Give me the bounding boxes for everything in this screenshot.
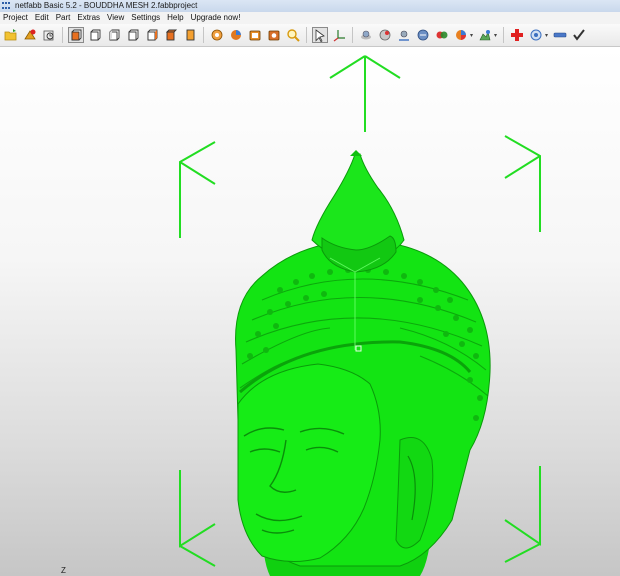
check-icon[interactable] — [571, 27, 587, 43]
open-folder-icon[interactable] — [3, 27, 19, 43]
repair-icon[interactable] — [209, 27, 225, 43]
slice-icon[interactable] — [247, 27, 263, 43]
color-icon[interactable] — [453, 27, 469, 43]
duplicate-icon[interactable] — [434, 27, 450, 43]
rotate-icon[interactable] — [377, 27, 393, 43]
measure-icon[interactable] — [266, 27, 282, 43]
title-bar: netfabb Basic 5.2 - BOUDDHA MESH 2.fabbp… — [0, 0, 620, 12]
toolbar-separator — [62, 27, 63, 43]
netfabb-app-icon — [2, 2, 12, 10]
menu-edit[interactable]: Edit — [35, 12, 49, 24]
zoom-icon[interactable] — [285, 27, 301, 43]
select-icon[interactable] — [312, 27, 328, 43]
remove-icon[interactable] — [552, 27, 568, 43]
view-back-icon[interactable] — [87, 27, 103, 43]
analysis-icon[interactable] — [228, 27, 244, 43]
menu-upgrade-now[interactable]: Upgrade now! — [191, 12, 241, 24]
toolbar-separator — [306, 27, 307, 43]
viewport-scene — [179, 55, 541, 576]
coordinate-icon[interactable] — [331, 27, 347, 43]
menu-bar: Project Edit Part Extras View Settings H… — [0, 12, 620, 24]
view-top-icon[interactable] — [144, 27, 160, 43]
bounding-box-bottom-right-corner — [504, 466, 541, 563]
menu-view[interactable]: View — [107, 12, 124, 24]
menu-settings[interactable]: Settings — [131, 12, 160, 24]
menu-extras[interactable]: Extras — [77, 12, 100, 24]
menu-project[interactable]: Project — [3, 12, 28, 24]
main-toolbar: ▾ ▾ ▾ — [0, 24, 620, 47]
mirror-icon[interactable] — [415, 27, 431, 43]
view-bottom-icon[interactable] — [163, 27, 179, 43]
window-title: netfabb Basic 5.2 - BOUDDHA MESH 2.fabbp… — [15, 1, 198, 10]
chevron-down-icon[interactable]: ▾ — [494, 32, 497, 39]
menu-help[interactable]: Help — [167, 12, 183, 24]
chevron-down-icon[interactable]: ▾ — [545, 32, 548, 39]
scale-icon[interactable] — [396, 27, 412, 43]
view-perspective-icon[interactable] — [182, 27, 198, 43]
bounding-box-bottom-left-corner — [179, 470, 216, 567]
toolbar-separator — [203, 27, 204, 43]
axis-label-z: Z — [61, 566, 66, 575]
add-icon[interactable] — [509, 27, 525, 43]
bounding-box-top-left-corner — [179, 141, 216, 238]
view-right-icon[interactable] — [125, 27, 141, 43]
add-part-icon[interactable] — [22, 27, 38, 43]
buddha-mesh-model[interactable] — [235, 150, 491, 576]
toolbar-separator — [503, 27, 505, 43]
bounding-box-top-arrow — [329, 55, 401, 132]
menu-part[interactable]: Part — [56, 12, 71, 24]
view-left-icon[interactable] — [106, 27, 122, 43]
view-front-icon[interactable] — [68, 27, 84, 43]
3d-viewport[interactable]: Z — [0, 47, 620, 576]
settings-icon[interactable] — [528, 27, 544, 43]
bounding-box-top-right-corner — [504, 135, 541, 232]
shell-icon[interactable] — [358, 27, 374, 43]
chevron-down-icon[interactable]: ▾ — [470, 32, 473, 39]
toolbar-separator — [352, 27, 353, 43]
undo-history-icon[interactable] — [41, 27, 57, 43]
render-icon[interactable] — [477, 27, 493, 43]
